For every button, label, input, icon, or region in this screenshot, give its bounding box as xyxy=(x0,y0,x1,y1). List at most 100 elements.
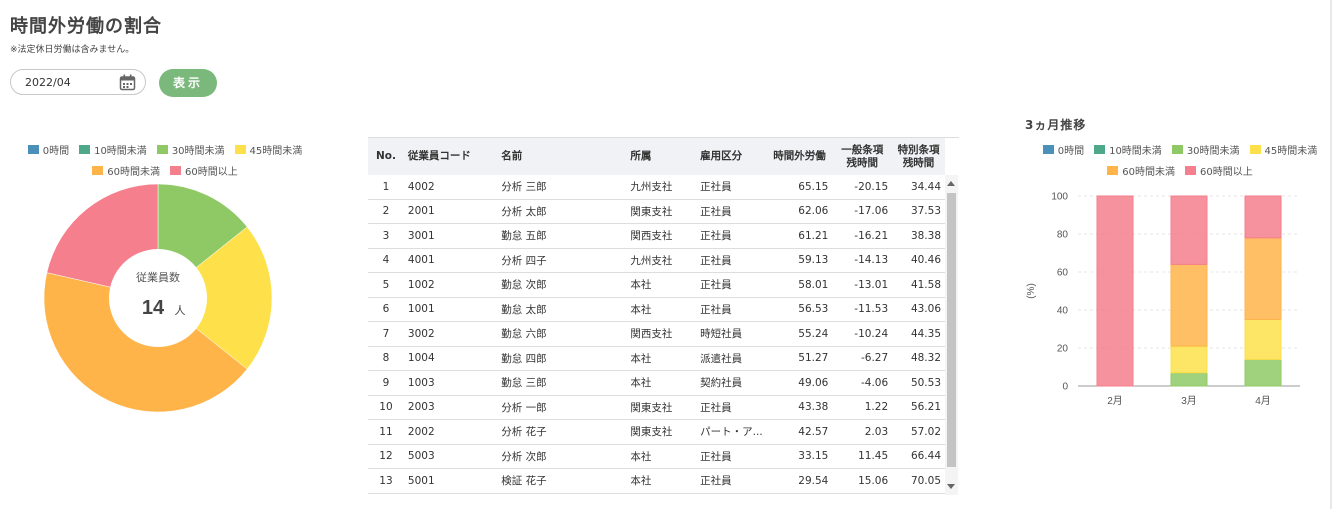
trend-legend-item[interactable]: 45時間未満 xyxy=(1249,142,1317,157)
donut-legend-item[interactable]: 60時間未満 xyxy=(92,163,160,178)
table-row[interactable]: 9 1003 勤怠 三郎 本社 契約社員 49.06 -4.06 50.53 xyxy=(368,370,945,396)
table-cell: -20.15 xyxy=(832,175,893,200)
table-cell: 関東支社 xyxy=(626,199,697,224)
table-cell: 3002 xyxy=(403,321,498,347)
table-cell: 関東支社 xyxy=(626,419,697,445)
legend-swatch xyxy=(1171,145,1183,154)
bar-segment[interactable] xyxy=(1244,237,1282,320)
donut-center-value: 14 xyxy=(142,297,165,319)
scroll-up-icon[interactable] xyxy=(947,181,955,186)
donut-legend-item[interactable]: 45時間未満 xyxy=(234,142,303,157)
table-row[interactable]: 1 4002 分析 三郎 九州支社 正社員 65.15 -20.15 34.44 xyxy=(368,175,945,200)
table-scrollbar[interactable] xyxy=(945,175,958,495)
x-tick-label: 4月 xyxy=(1255,395,1271,407)
table-row[interactable]: 7 3002 勤怠 六郎 関西支社 時短社員 55.24 -10.24 44.35 xyxy=(368,321,945,347)
bar-segment[interactable] xyxy=(1244,195,1282,239)
table-row[interactable]: 8 1004 勤怠 四郎 本社 派遣社員 51.27 -6.27 48.32 xyxy=(368,346,945,371)
table-row[interactable]: 4 4001 分析 四子 九州支社 正社員 59.13 -14.13 40.46 xyxy=(368,248,945,273)
table-row[interactable]: 10 2003 分析 一郎 関東支社 正社員 43.38 1.22 56.21 xyxy=(368,395,945,420)
table-cell: 11 xyxy=(368,419,404,445)
scroll-down-icon[interactable] xyxy=(947,484,955,489)
table-cell: 65.15 xyxy=(766,175,833,200)
legend-label: 10時間未満 xyxy=(1109,146,1162,157)
table-cell: 分析 次郎 xyxy=(497,444,627,469)
bar-segment[interactable] xyxy=(1244,358,1282,387)
table-row[interactable]: 6 1001 勤怠 太郎 本社 正社員 56.53 -11.53 43.06 xyxy=(368,297,945,322)
scroll-thumb[interactable] xyxy=(947,193,956,467)
bar-segment[interactable] xyxy=(1170,345,1208,374)
table-cell: 5 xyxy=(368,272,404,298)
show-button[interactable]: 表示 xyxy=(159,69,217,97)
bar-segment[interactable] xyxy=(1096,195,1134,387)
y-tick-label: 0 xyxy=(1062,382,1068,393)
legend-label: 60時間未満 xyxy=(107,167,160,178)
trend-legend-item[interactable]: 0時間 xyxy=(1042,142,1084,157)
table-cell: 正社員 xyxy=(696,395,767,420)
table-cell: 48.32 xyxy=(892,346,945,371)
employee-table: No. 従業員コード 名前 所属 雇用区分 時間外労働 一般条項 残時間 特別条項 残時間 1… xyxy=(368,137,959,496)
table-cell: 4001 xyxy=(403,248,498,273)
donut-legend: 0時間 10時間未満 30時間未満 45時間未満 60時間未満 60時間以上 xyxy=(0,142,330,184)
table-cell: -6.27 xyxy=(832,346,893,371)
column-header[interactable]: 所属 xyxy=(626,138,696,175)
bar-segment[interactable] xyxy=(1170,372,1208,387)
table-cell: 6 xyxy=(368,297,404,322)
donut-legend-item[interactable]: 30時間未満 xyxy=(156,142,225,157)
column-header[interactable]: 雇用区分 xyxy=(696,138,767,175)
table-cell: 関西支社 xyxy=(626,223,697,249)
table-cell: 59.13 xyxy=(766,248,833,273)
table-cell: -4.06 xyxy=(832,370,893,396)
column-header[interactable]: No. xyxy=(368,138,404,175)
calendar-icon[interactable] xyxy=(119,74,136,95)
table-row[interactable]: 13 5001 検証 花子 本社 正社員 29.54 15.06 70.05 xyxy=(368,468,945,494)
y-tick-label: 20 xyxy=(1057,344,1069,355)
table-cell: 正社員 xyxy=(696,223,767,249)
table-cell: 検証 花子 xyxy=(497,468,627,494)
legend-swatch xyxy=(1042,145,1054,154)
donut-legend-item[interactable]: 0時間 xyxy=(27,142,69,157)
trend-legend-item[interactable]: 30時間未満 xyxy=(1171,142,1240,157)
donut-center-label: 従業員数 xyxy=(136,271,180,284)
table-row[interactable]: 2 2001 分析 太郎 関東支社 正社員 62.06 -17.06 37.53 xyxy=(368,199,945,224)
table-cell: 勤怠 三郎 xyxy=(497,370,627,396)
column-header[interactable]: 特別条項 残時間 xyxy=(892,138,945,175)
legend-swatch xyxy=(156,145,168,154)
bar-segment[interactable] xyxy=(1170,263,1208,347)
table-row[interactable]: 11 2002 分析 花子 関東支社 パート・ア... 42.57 2.03 57.02 xyxy=(368,419,945,445)
legend-label: 45時間未満 xyxy=(249,146,303,157)
table-row[interactable]: 5 1002 勤怠 次郎 本社 正社員 58.01 -13.01 41.58 xyxy=(368,272,945,298)
table-cell: -16.21 xyxy=(832,223,893,249)
legend-swatch xyxy=(79,145,91,154)
table-cell: 分析 一郎 xyxy=(497,395,627,420)
donut-legend-item[interactable]: 60時間以上 xyxy=(170,163,238,178)
legend-label: 30時間未満 xyxy=(171,146,225,157)
table-cell: 勤怠 六郎 xyxy=(497,321,627,347)
table-row[interactable]: 12 5003 分析 次郎 本社 正社員 33.15 11.45 66.44 xyxy=(368,444,945,469)
table-cell: 3001 xyxy=(403,223,498,249)
table-cell: 正社員 xyxy=(696,199,767,224)
bar-segment[interactable] xyxy=(1170,195,1208,265)
table-cell: -10.24 xyxy=(832,321,893,347)
column-header[interactable]: 時間外労働 xyxy=(767,138,833,175)
trend-legend-item[interactable]: 10時間未満 xyxy=(1094,142,1162,157)
column-header[interactable]: 一般条項 残時間 xyxy=(832,138,892,175)
column-header[interactable]: 従業員コード xyxy=(404,138,497,175)
donut-legend-item[interactable]: 10時間未満 xyxy=(79,142,147,157)
table-cell: 分析 太郎 xyxy=(497,199,627,224)
trend-legend-item[interactable]: 60時間未満 xyxy=(1107,163,1175,178)
bar-segment[interactable] xyxy=(1244,319,1282,360)
table-cell: 派遣社員 xyxy=(696,346,767,371)
table-cell: 51.27 xyxy=(766,346,833,371)
table-cell: 5001 xyxy=(403,468,498,494)
trend-bar-chart: 0 20 40 60 80 100 (%) 2月 3月 4月 xyxy=(1026,192,1300,407)
table-row[interactable]: 3 3001 勤怠 五郎 関西支社 正社員 61.21 -16.21 38.38 xyxy=(368,223,945,249)
trend-legend-item[interactable]: 60時間以上 xyxy=(1185,163,1253,178)
month-input[interactable]: 2022/04 xyxy=(10,69,146,95)
table-cell: -11.53 xyxy=(832,297,893,322)
table-cell: 7 xyxy=(368,321,404,347)
donut-center-unit: 人 xyxy=(175,304,186,317)
table-cell: 正社員 xyxy=(696,468,767,494)
page-note: ※法定休日労働は含みません。 xyxy=(10,45,135,55)
table-cell: 4 xyxy=(368,248,404,273)
column-header[interactable]: 名前 xyxy=(497,138,626,175)
